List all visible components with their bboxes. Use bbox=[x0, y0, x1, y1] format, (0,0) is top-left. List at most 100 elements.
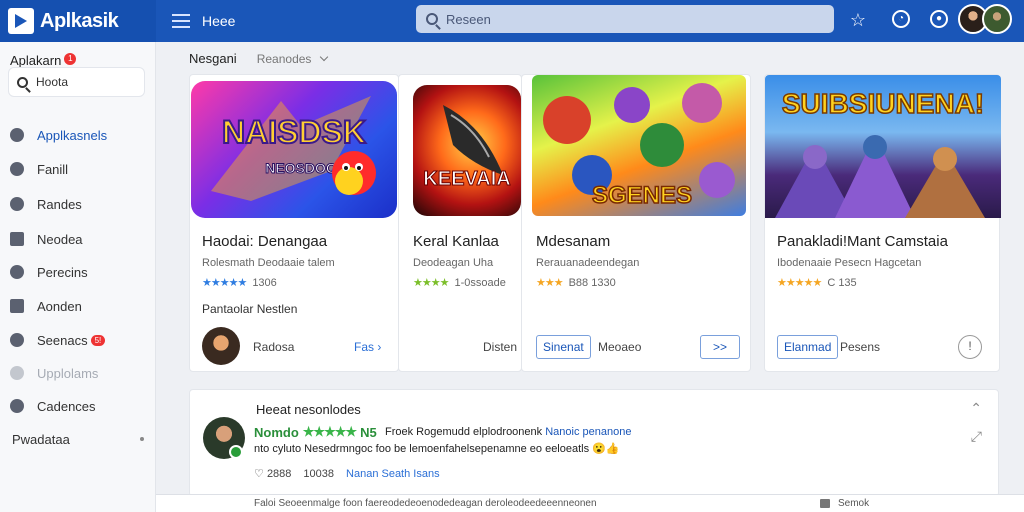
reviewer-info: Nomdo ★★★★★ N5 bbox=[254, 424, 377, 440]
sidebar-item-label: Aonden bbox=[37, 298, 82, 314]
filter-secondary[interactable]: Reanodes bbox=[257, 52, 312, 66]
app-cover-image[interactable]: SGENES bbox=[532, 75, 746, 216]
status-bar: Faloi Seoeenmalge foon faereodedeoenoded… bbox=[156, 494, 1024, 512]
app-card[interactable]: KEEVAIA Keral Kanlaa Deodeagan Uha ★★★★ 1… bbox=[398, 74, 522, 372]
review-text-line: Froek Rogemudd elplodroonenk Nanoic pena… bbox=[385, 426, 631, 438]
sidebar-item-fanill[interactable]: Fanill bbox=[10, 158, 148, 180]
expand-icon[interactable]: ⤢ bbox=[971, 428, 982, 445]
sidebar-item-label: Fanill bbox=[37, 161, 69, 177]
sidebar-item-apps[interactable]: Applkasnels bbox=[10, 124, 148, 146]
window-icon bbox=[820, 499, 830, 508]
app-logo[interactable]: Aplkasik bbox=[0, 0, 156, 42]
open-button-label: Fas bbox=[354, 340, 375, 354]
sidebar-header-label: Aplakarn bbox=[10, 53, 62, 68]
chevron-down-icon[interactable] bbox=[320, 52, 329, 61]
cover-art: NAISDSK NEOSDOO bbox=[211, 96, 376, 201]
sidebar-item-label: Randes bbox=[37, 196, 82, 212]
cover-title-text: SUIBSIUNENA! bbox=[782, 88, 984, 119]
collapse-icon[interactable]: ⌃ bbox=[970, 400, 982, 417]
hamburger-menu-icon[interactable] bbox=[172, 14, 190, 28]
cover-subtitle-text: NEOSDOO bbox=[265, 160, 337, 176]
sidebar-item-upplolams[interactable]: Upplolams bbox=[10, 362, 148, 384]
settings-icon bbox=[10, 399, 24, 413]
apps-icon bbox=[10, 128, 24, 142]
emoji-icon: 😮👍 bbox=[592, 443, 620, 455]
developer-avatar[interactable] bbox=[202, 327, 240, 365]
app-rating: ★★★★★ C 135 bbox=[777, 276, 857, 290]
app-rating: ★★★ B88 1330 bbox=[536, 276, 616, 290]
install-button[interactable]: Elanmad bbox=[777, 335, 839, 359]
cover-title-text: NAISDSK bbox=[222, 114, 366, 150]
app-publisher: Pantaolar Nestlen bbox=[202, 302, 298, 316]
app-cover-image[interactable]: NAISDSK NEOSDOO bbox=[191, 81, 397, 218]
sidebar-item-label: Applkasnels bbox=[37, 127, 108, 143]
reviewer-tag: N5 bbox=[360, 424, 377, 440]
app-title: Panakladi!Mant Camstaia bbox=[777, 233, 948, 250]
cover-art: SUIBSIUNENA! bbox=[775, 87, 985, 218]
install-button[interactable]: Sinenat bbox=[536, 335, 591, 359]
star-rating-icon: ★★★★★ bbox=[202, 277, 247, 289]
star-icon[interactable]: ☆ bbox=[848, 10, 868, 30]
sidebar-item-perecins[interactable]: Perecins bbox=[10, 261, 148, 283]
sidebar: Aplakarn 1 Hoota Applkasnels Fanill Rande… bbox=[0, 42, 156, 512]
grid-icon bbox=[10, 197, 24, 211]
developer-name: Pesens bbox=[840, 340, 881, 354]
rating-count: C 135 bbox=[827, 276, 857, 289]
review-meta: ♡ 2888 10038 Nanan Seath Isans bbox=[254, 467, 440, 481]
rating-count: 1306 bbox=[252, 276, 277, 289]
sidebar-item-neodea[interactable]: Neodea bbox=[10, 228, 148, 250]
sidebar-item-cadences[interactable]: Cadences bbox=[10, 395, 148, 417]
app-cover-image[interactable]: SUIBSIUNENA! bbox=[765, 75, 1001, 218]
review-text-line: nto cyluto Nesedrmngoc foo be lemoenfahe… bbox=[254, 442, 620, 455]
app-rating: ★★★★★ 1306 bbox=[202, 276, 277, 290]
cover-art: SGENES bbox=[543, 83, 735, 210]
star-rating-icon: ★★★★ bbox=[413, 277, 449, 289]
review-action-link[interactable]: Nanan Seath Isans bbox=[346, 468, 440, 480]
app-title: Haodai: Denangaa bbox=[202, 233, 328, 250]
sidebar-item-label: Seenacs bbox=[37, 332, 88, 348]
sidebar-item-seenacs[interactable]: Seenacs 5! bbox=[10, 329, 148, 351]
review-text: Froek Rogemudd elplodroonenk bbox=[385, 426, 546, 438]
search-input[interactable] bbox=[446, 11, 816, 27]
app-subtitle: Ibodenaaie Pesecn Hagcetan bbox=[777, 257, 922, 269]
count-badge: 5! bbox=[90, 334, 106, 346]
review-section-title: Heeat nesonlodes bbox=[256, 402, 361, 417]
app-subtitle: Rerauanadeendegan bbox=[536, 257, 640, 269]
account-icon[interactable]: ● bbox=[930, 10, 948, 28]
sidebar-item-pwadataa[interactable]: Pwadataa bbox=[12, 428, 150, 450]
comment-icon[interactable]: ♡ bbox=[254, 467, 264, 480]
person-icon bbox=[10, 232, 24, 246]
folder-icon bbox=[10, 299, 24, 313]
app-card[interactable]: NAISDSK NEOSDOO Haodai: Denangaa Rolesma… bbox=[189, 74, 399, 372]
status-text: Faloi Seoeenmalge foon faereodedeoenoded… bbox=[254, 498, 597, 509]
star-rating-icon: ★★★★★ bbox=[777, 277, 822, 289]
rating-count: 1-0ssoade bbox=[454, 276, 506, 289]
status-right[interactable]: Semok bbox=[820, 498, 869, 509]
sidebar-item-aonden[interactable]: Aonden bbox=[10, 295, 148, 317]
reviewer-name: Nomdo bbox=[254, 424, 299, 440]
sidebar-search-label: Hoota bbox=[36, 75, 69, 89]
filter-primary[interactable]: Nesgani bbox=[189, 51, 237, 66]
info-icon bbox=[10, 162, 24, 176]
logo-text: Aplkasik bbox=[40, 9, 119, 32]
page-title: Heee bbox=[202, 13, 236, 29]
sidebar-item-label: Neodea bbox=[37, 231, 83, 247]
search-bar[interactable] bbox=[416, 5, 834, 33]
sidebar-item-randes[interactable]: Randes bbox=[10, 193, 148, 215]
app-title: Mdesanam bbox=[536, 233, 611, 250]
app-cover-image[interactable]: KEEVAIA bbox=[413, 85, 521, 216]
info-icon[interactable]: ! bbox=[958, 335, 982, 359]
open-button[interactable]: Fas › bbox=[354, 340, 381, 354]
sidebar-search[interactable]: Hoota bbox=[8, 67, 145, 97]
secondary-avatar[interactable] bbox=[982, 4, 1012, 34]
filter-bar: Nesgani Reanodes bbox=[189, 51, 329, 66]
review-link[interactable]: Nanoic penanone bbox=[545, 426, 631, 438]
star-rating-icon: ★★★ bbox=[536, 277, 564, 289]
app-card[interactable]: SUIBSIUNENA! Panakladi!Mant Camstaia Ibo… bbox=[764, 74, 1001, 372]
logo-icon bbox=[8, 8, 34, 34]
next-button[interactable]: >> bbox=[700, 335, 740, 359]
like-count: 2888 bbox=[266, 467, 292, 480]
reply-count: 10038 bbox=[303, 467, 335, 480]
app-card[interactable]: SGENES Mdesanam Rerauanadeendegan ★★★ B88… bbox=[521, 74, 751, 372]
clock-icon[interactable]: ◔ bbox=[892, 10, 910, 28]
